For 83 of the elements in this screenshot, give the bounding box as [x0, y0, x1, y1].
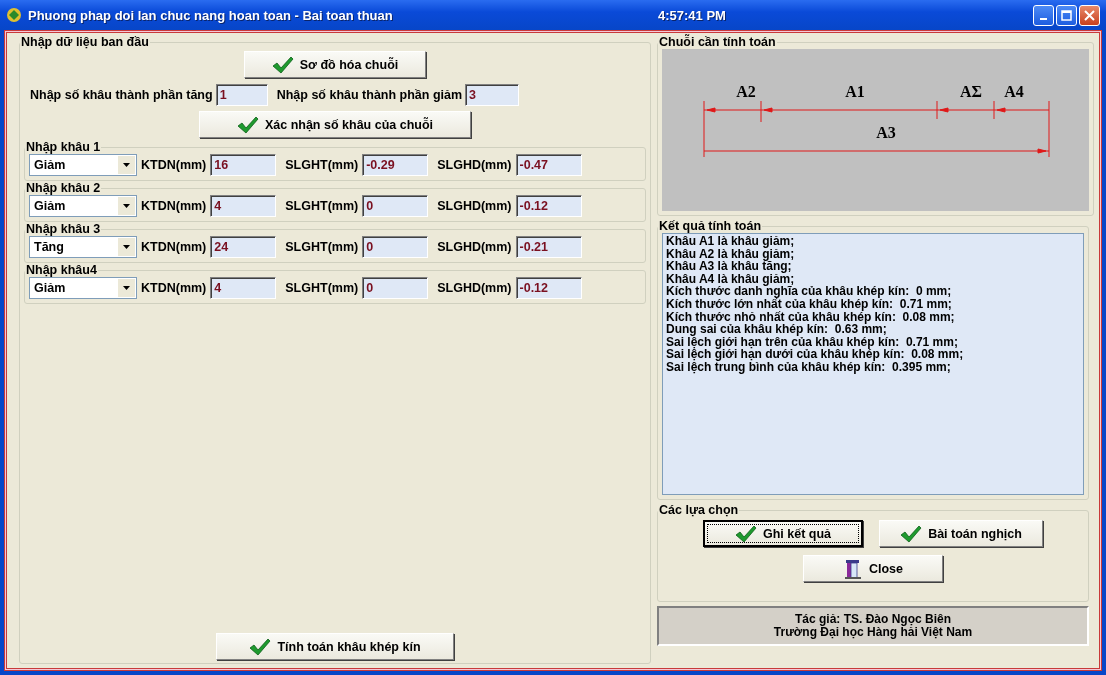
close-button[interactable]	[1079, 4, 1100, 26]
minimize-button[interactable]	[1033, 4, 1054, 26]
group-title: Nhập khâu4	[25, 264, 98, 277]
group-title: Nhập khâu 3	[25, 223, 102, 236]
value-field[interactable]: 4	[210, 195, 277, 217]
check-icon	[236, 115, 259, 134]
field-label: Nhập số khâu thành phần giảm	[276, 88, 463, 102]
result-line: Dung sai của khâu khép kín: 0.63 mm;	[666, 323, 888, 336]
minimize-icon	[1040, 17, 1047, 20]
result-line: Sai lệch giới hạn dưới của khâu khép kín: 0.08 mm;	[666, 348, 965, 361]
option-button[interactable]: Ghi kết quả	[703, 520, 863, 547]
dimension-label: A3	[876, 124, 896, 141]
author-text: Tác giả: TS. Đào Ngọc Biên	[795, 613, 951, 626]
value-field[interactable]: -0.12	[515, 277, 582, 299]
dimension-label: A1	[845, 83, 865, 100]
type-dropdown[interactable]: Giảm	[29, 277, 137, 299]
maximize-icon	[1061, 9, 1072, 21]
result-line: Khâu A4 là khâu giảm;	[666, 272, 795, 286]
close-icon	[1084, 9, 1095, 21]
check-icon	[900, 524, 923, 543]
group-title: Các lựa chọn	[658, 504, 740, 517]
field-label: SLGHD(mm)	[437, 240, 512, 254]
field-label: Nhập số khâu thành phần tăng	[30, 88, 213, 102]
value-field[interactable]: 24	[210, 236, 277, 258]
result-line: Kích thước danh nghĩa của khâu khép kín: 0 mm;	[666, 285, 953, 298]
door-icon	[842, 557, 863, 580]
author-text: Trường Đại học Hàng hải Việt Nam	[773, 626, 973, 639]
dimension-label: AΣ	[960, 83, 982, 100]
field-label: SLGHT(mm)	[285, 240, 359, 254]
group-title: Nhập dữ liệu ban đầu	[20, 36, 150, 49]
type-dropdown[interactable]: Tăng	[29, 236, 137, 258]
value-field[interactable]: -0.47	[515, 154, 582, 176]
clock: 4:57:41 PM	[658, 7, 726, 23]
count-field[interactable]: 3	[465, 84, 520, 106]
result-line: Sai lệch giới hạn trên của khâu khép kín: 0.71 mm;	[666, 335, 959, 349]
type-dropdown[interactable]: Giảm	[29, 154, 137, 176]
result-line: Khâu A1 là khâu giảm;	[666, 235, 796, 248]
window-title: Phuong phap doi lan chuc nang hoan toan - Bai toan thuan	[28, 7, 394, 23]
dimension-label: A4	[1004, 83, 1024, 100]
option-button[interactable]: Bài toán nghịch	[879, 520, 1043, 547]
value-field[interactable]: 0	[362, 236, 429, 258]
diagram-button[interactable]: Sơ đồ hóa chuỗi	[244, 51, 426, 78]
result-line: Khâu A2 là khâu giảm;	[666, 247, 796, 261]
option-button[interactable]: Close	[803, 555, 943, 582]
result-line: Kích thước nhỏ nhất của khâu khép kín: 0.08 mm;	[666, 310, 956, 324]
count-field[interactable]: 1	[215, 84, 268, 106]
field-label: SLGHT(mm)	[285, 281, 359, 295]
maximize-button[interactable]	[1056, 4, 1077, 26]
field-label: SLGHD(mm)	[437, 199, 512, 213]
field-label: SLGHT(mm)	[285, 199, 359, 213]
field-label: KTDN(mm)	[141, 199, 207, 213]
field-label: KTDN(mm)	[141, 281, 207, 295]
type-dropdown[interactable]: Giảm	[29, 195, 137, 217]
value-field[interactable]: 4	[210, 277, 277, 299]
field-label: KTDN(mm)	[141, 158, 207, 172]
app-icon	[6, 7, 22, 23]
result-line: Khâu A3 là khâu tăng;	[666, 260, 792, 273]
result-line: Sai lệch trung bình của khâu khép kín: 0.395 mm;	[666, 360, 951, 374]
dimension-label: A2	[736, 83, 756, 100]
dropdown-arrow-icon	[123, 286, 130, 290]
field-label: SLGHD(mm)	[437, 281, 512, 295]
group-title: Chuỗi cần tính toán	[658, 36, 777, 49]
dropdown-arrow-icon	[123, 245, 130, 249]
confirm-button[interactable]: Xác nhận số khâu của chuỗi	[199, 111, 471, 138]
field-label: SLGHD(mm)	[437, 158, 512, 172]
value-field[interactable]: 16	[210, 154, 277, 176]
dropdown-arrow-icon	[123, 163, 130, 167]
value-field[interactable]: 0	[362, 277, 429, 299]
group-title: Nhập khâu 1	[25, 141, 102, 154]
value-field[interactable]: 0	[362, 195, 429, 217]
calculate-button[interactable]: Tính toán khâu khép kín	[216, 633, 454, 660]
result-line: Kích thước lớn nhất của khâu khép kín: 0.71 mm;	[666, 297, 953, 311]
value-field[interactable]: -0.21	[515, 236, 582, 258]
value-field[interactable]: -0.29	[362, 154, 429, 176]
check-icon	[249, 637, 272, 656]
value-field[interactable]: -0.12	[515, 195, 582, 217]
field-label: SLGHT(mm)	[285, 158, 359, 172]
group-title: Kết quả tính toán	[658, 220, 763, 233]
group-title: Nhập khâu 2	[25, 182, 102, 195]
check-icon	[271, 55, 294, 74]
check-icon	[734, 524, 757, 543]
dropdown-arrow-icon	[123, 204, 130, 208]
field-label: KTDN(mm)	[141, 240, 207, 254]
